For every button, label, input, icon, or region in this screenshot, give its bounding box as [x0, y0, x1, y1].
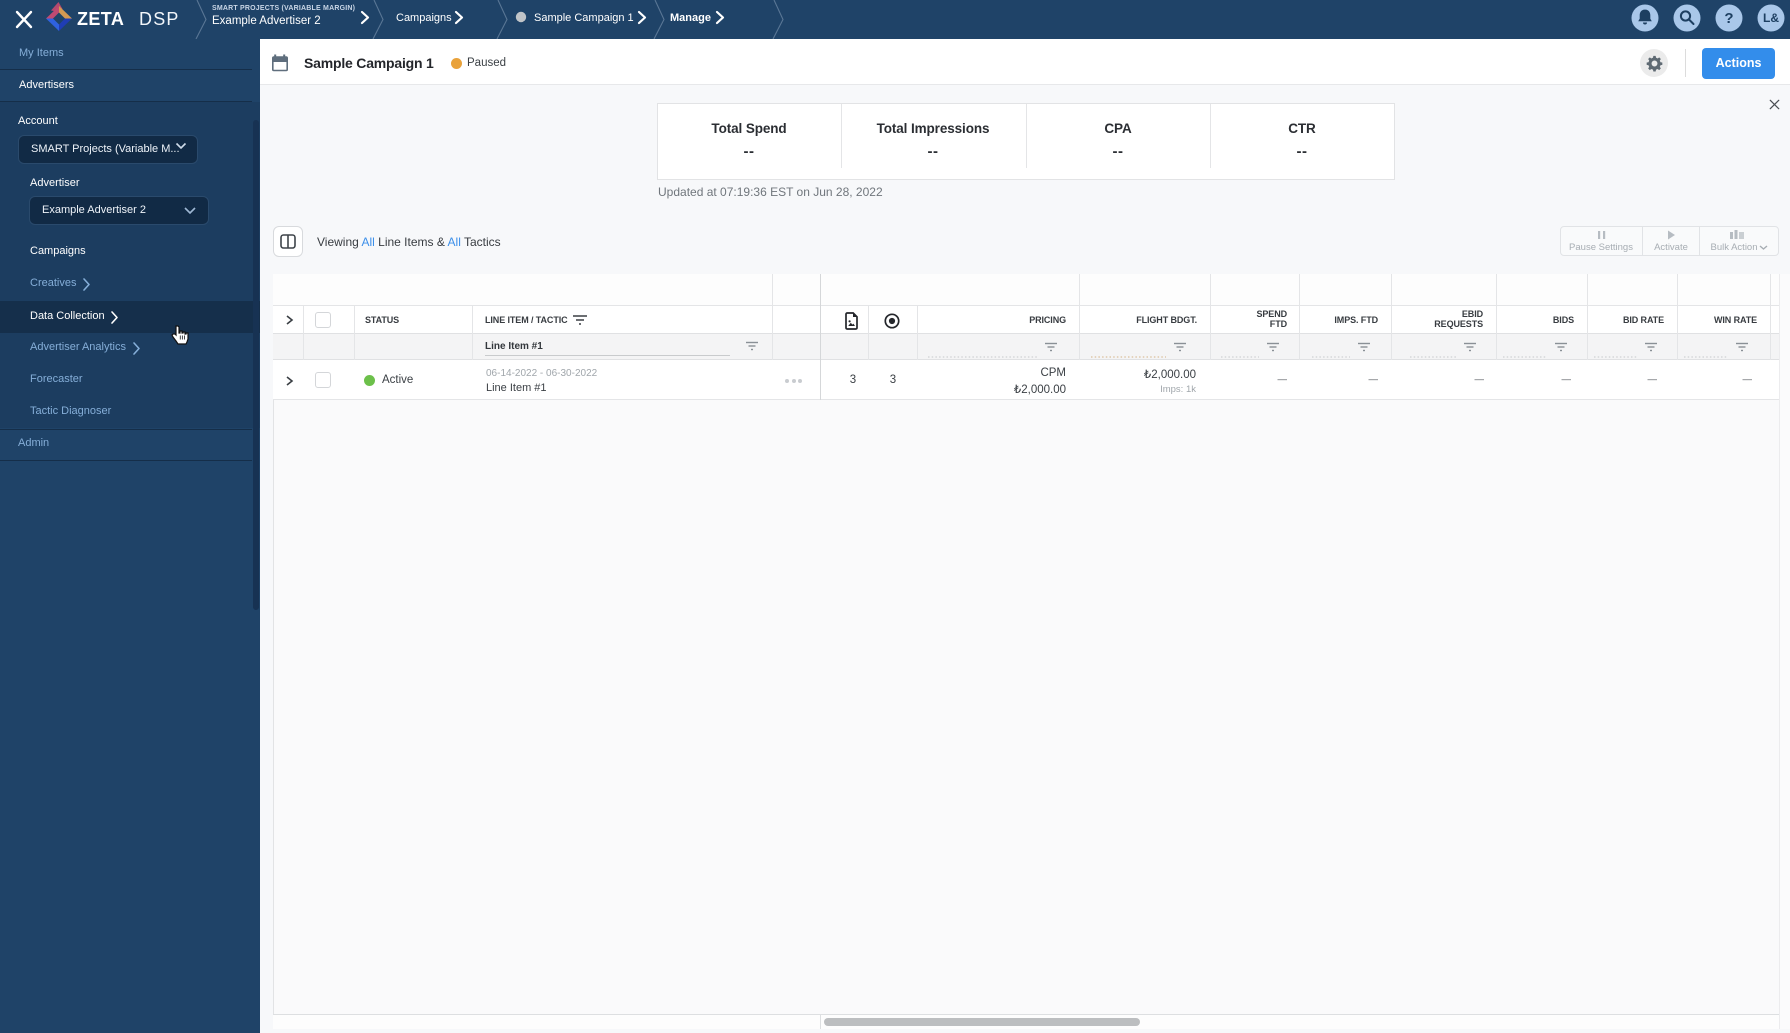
svg-text:?: ?	[1724, 10, 1733, 27]
svg-text:L&: L&	[1763, 11, 1779, 25]
svg-text:Bulk Action: Bulk Action	[1711, 242, 1758, 253]
svg-text:Pause Settings: Pause Settings	[1569, 242, 1633, 253]
svg-text:Activate: Activate	[1654, 242, 1688, 253]
